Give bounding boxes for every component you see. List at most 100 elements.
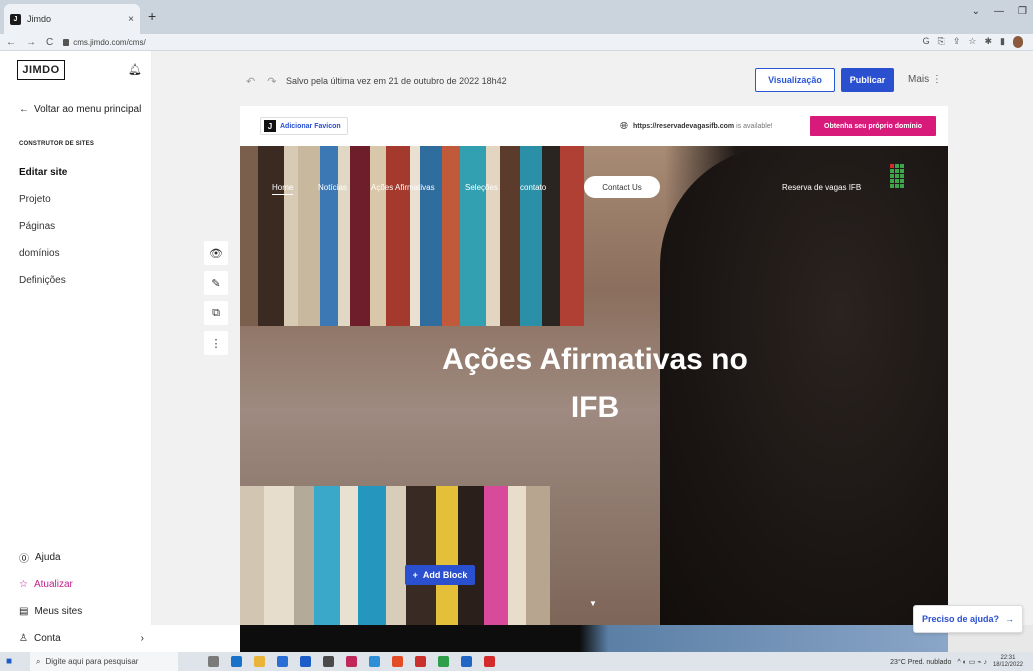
- add-block-button[interactable]: + Add Block: [405, 565, 475, 585]
- copy-icon[interactable]: ⧉: [204, 301, 228, 325]
- block-tools: 👁︎ ✎ ⧉ ⋮: [204, 241, 228, 361]
- sidebar-icon[interactable]: ▮: [1000, 36, 1005, 48]
- globe-icon: 🌐︎: [620, 121, 628, 132]
- nav-noticias[interactable]: Notícias: [318, 183, 347, 192]
- preview-button[interactable]: Visualização: [755, 68, 835, 92]
- sidebar-item-dominios[interactable]: domínios: [19, 248, 67, 275]
- minimize-button[interactable]: —: [994, 6, 1004, 17]
- maximize-button[interactable]: ❐: [1018, 6, 1027, 17]
- app-icon[interactable]: [369, 656, 380, 667]
- site-preview: J Adicionar Favicon 🌐︎ https://reservade…: [240, 106, 948, 625]
- extensions-icon[interactable]: ✱: [985, 36, 993, 48]
- bookmark-star-icon[interactable]: ☆: [968, 36, 976, 48]
- settings-icon[interactable]: [323, 656, 334, 667]
- hero-section[interactable]: Home Notícias Ações Afirmativas Seleções…: [240, 146, 948, 625]
- next-section-preview: [240, 625, 948, 652]
- media-icon[interactable]: [346, 656, 357, 667]
- windows-taskbar: ■ ⌕ Digite aqui para pesquisar 23°C Pred…: [0, 652, 1033, 671]
- edge-icon[interactable]: [231, 656, 242, 667]
- jimdo-j-icon: J: [264, 120, 276, 132]
- tab-close-icon[interactable]: ×: [128, 14, 134, 25]
- word-icon[interactable]: [461, 656, 472, 667]
- publish-button[interactable]: Publicar: [841, 68, 894, 92]
- file-explorer-icon[interactable]: [254, 656, 265, 667]
- more-menu[interactable]: Mais ⋮: [908, 74, 942, 85]
- bookshelf-bottom-image: [240, 486, 680, 625]
- task-view-icon[interactable]: [208, 656, 219, 667]
- ajuda-label: Ajuda: [35, 552, 61, 563]
- sidebar-item-definicoes[interactable]: Definições: [19, 275, 67, 302]
- contact-us-button[interactable]: Contact Us: [584, 176, 660, 198]
- nav-selecoes[interactable]: Seleções: [465, 183, 498, 192]
- weather-text[interactable]: 23°C Pred. nublado: [890, 659, 951, 666]
- redo-icon[interactable]: ↷: [267, 75, 276, 88]
- nav-contato[interactable]: contato: [520, 183, 546, 192]
- help-button-label: Preciso de ajuda?: [921, 614, 1000, 624]
- lock-icon: [63, 38, 70, 46]
- eye-icon[interactable]: 👁︎: [204, 241, 228, 265]
- browser-tab[interactable]: J Jimdo ×: [4, 4, 140, 34]
- kebab-menu-icon[interactable]: ⋮: [204, 331, 228, 355]
- get-domain-button[interactable]: Obtenha seu próprio domínio: [810, 116, 936, 136]
- browser-tab-bar: J Jimdo × + ⌄ — ❐: [0, 0, 1033, 34]
- add-favicon-button[interactable]: J Adicionar Favicon: [260, 117, 348, 135]
- translate-icon[interactable]: ⎘: [938, 36, 945, 48]
- address-bar: ← → C cms.jimdo.com/cms/ G ⎘ ⇪ ☆ ✱ ▮: [0, 34, 1033, 51]
- tray-icons[interactable]: ^ ◐ ▭ ⌁ ♪: [957, 658, 987, 666]
- bell-icon[interactable]: 🔔︎: [128, 63, 142, 76]
- nav-home[interactable]: Home: [272, 183, 294, 195]
- sidebar-item-atualizar[interactable]: ☆ Atualizar: [19, 571, 144, 598]
- taskbar-apps: [208, 656, 495, 667]
- undo-redo: ↶ ↷: [246, 75, 276, 88]
- sidebar-item-paginas[interactable]: Páginas: [19, 221, 67, 248]
- url-field[interactable]: cms.jimdo.com/cms/: [63, 38, 146, 47]
- clock-time: 22:31: [1000, 655, 1016, 661]
- chevron-right-icon: ›: [140, 633, 144, 644]
- sidebar-item-editar-site[interactable]: Editar site: [19, 167, 67, 194]
- atualizar-label: Atualizar: [33, 579, 73, 590]
- back-to-main-menu-link[interactable]: ← Voltar ao menu principal: [19, 104, 141, 115]
- add-block-label: Add Block: [422, 570, 468, 580]
- more-label: Mais: [908, 74, 930, 85]
- kebab-icon: ⋮: [931, 74, 942, 85]
- clock[interactable]: 22:31 18/12/2022: [993, 655, 1023, 669]
- back-arrow-icon[interactable]: ←: [6, 37, 16, 48]
- taskbar-search[interactable]: ⌕ Digite aqui para pesquisar: [30, 652, 178, 671]
- windows-start-icon[interactable]: ■: [6, 656, 22, 667]
- pdf-icon[interactable]: [484, 656, 495, 667]
- editor-toolbar: ↶ ↷ Salvo pela última vez em 21 de outub…: [152, 51, 1033, 105]
- new-tab-button[interactable]: +: [148, 8, 156, 24]
- sidebar-item-conta[interactable]: ♙ Conta ›: [19, 625, 144, 652]
- google-icon[interactable]: G: [923, 36, 930, 48]
- profile-avatar[interactable]: [1013, 36, 1023, 48]
- editor-area: ↶ ↷ Salvo pela última vez em 21 de outub…: [152, 51, 1033, 625]
- help-button[interactable]: Preciso de ajuda? →: [913, 605, 1023, 633]
- jimdo-logo[interactable]: JIMDO: [17, 60, 65, 80]
- tab-title: Jimdo: [27, 14, 52, 24]
- sidebar-item-ajuda[interactable]: ⓪ Ajuda: [19, 544, 144, 571]
- site-name-label[interactable]: Reserva de vagas IFB: [782, 183, 861, 192]
- office-icon[interactable]: [392, 656, 403, 667]
- extension-icons: G ⎘ ⇪ ☆ ✱ ▮: [923, 36, 1023, 48]
- reload-icon[interactable]: C: [46, 37, 53, 48]
- jimdo-favicon-icon: J: [10, 13, 21, 25]
- forward-arrow-icon[interactable]: →: [26, 37, 36, 48]
- sidebar-item-projeto[interactable]: Projeto: [19, 194, 67, 221]
- window-controls: ⌄ — ❐: [972, 6, 1027, 17]
- sidebar-item-meus-sites[interactable]: ▤ Meus sites: [19, 598, 144, 625]
- store-icon[interactable]: [277, 656, 288, 667]
- mail-icon[interactable]: [300, 656, 311, 667]
- brush-icon[interactable]: ✎: [204, 271, 228, 295]
- tab-search-icon[interactable]: ⌄: [972, 6, 980, 17]
- scroll-down-icon[interactable]: ▼: [589, 599, 597, 608]
- opera-icon[interactable]: [415, 656, 426, 667]
- nav-acoes-afirmativas[interactable]: Ações Afirmativas: [371, 183, 435, 192]
- domain-available-text: is available!: [734, 123, 773, 130]
- chrome-icon[interactable]: [438, 656, 449, 667]
- ifb-logo[interactable]: [890, 164, 904, 188]
- undo-icon[interactable]: ↶: [246, 75, 255, 88]
- share-icon[interactable]: ⇪: [953, 36, 961, 48]
- hero-title[interactable]: Ações Afirmativas no IFB: [390, 336, 800, 432]
- site-top-bar: J Adicionar Favicon 🌐︎ https://reservade…: [240, 106, 948, 146]
- user-icon: ♙: [19, 633, 28, 644]
